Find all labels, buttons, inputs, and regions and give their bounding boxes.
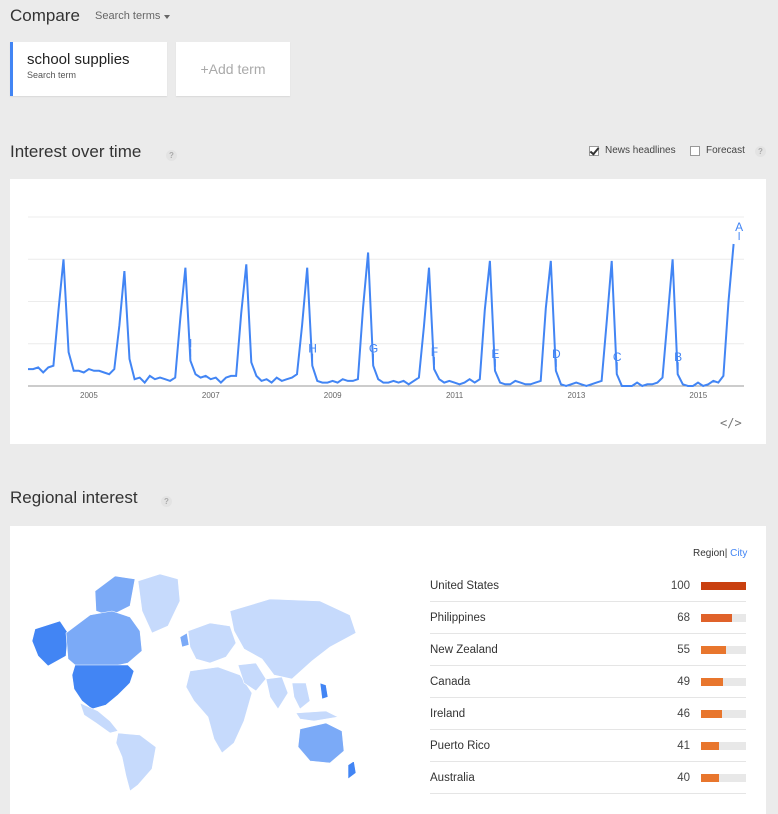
news-marker-label[interactable]: H <box>308 342 317 356</box>
map-new-zealand <box>347 760 357 780</box>
region-row[interactable]: Puerto Rico 41 <box>430 730 746 762</box>
world-map[interactable] <box>30 571 360 791</box>
map-europe <box>187 622 237 664</box>
news-marker-label[interactable]: F <box>431 345 438 359</box>
region-name[interactable]: New Zealand <box>430 644 660 656</box>
x-tick-label: 2009 <box>324 391 342 400</box>
checkbox-checked-icon <box>589 145 599 156</box>
region-bar-fill <box>701 645 726 654</box>
region-row[interactable]: New Zealand 55 <box>430 634 746 666</box>
region-value: 55 <box>677 643 690 656</box>
region-bar-fill <box>701 613 732 622</box>
regional-interest-title: Regional interest <box>10 488 138 507</box>
forecast-label: Forecast <box>706 145 745 156</box>
region-city-toggle: Region| City <box>693 548 748 559</box>
series-line[interactable] <box>28 243 735 388</box>
map-australia <box>297 722 345 764</box>
region-value: 40 <box>677 771 690 784</box>
map-africa <box>185 666 253 754</box>
interest-chart-panel: I H G F E D C B A 2005 2007 2009 2011 2013 2015 </> <box>10 179 766 444</box>
region-name[interactable]: Puerto Rico <box>430 740 660 752</box>
region-name[interactable]: Canada <box>430 676 660 688</box>
region-name[interactable]: United States <box>430 580 660 592</box>
map-indonesia <box>295 710 339 722</box>
map-canada <box>65 610 143 668</box>
region-value: 41 <box>677 739 690 752</box>
region-bar-fill <box>701 741 720 750</box>
term-name[interactable]: school supplies <box>27 51 167 69</box>
interest-over-time-chart: I H G F E D C B A 2005 2007 2009 2011 2013 2015 <box>28 216 744 400</box>
region-bar-track <box>701 709 746 718</box>
embed-code-icon[interactable]: </> <box>720 416 742 430</box>
term-subtitle: Search term <box>27 70 77 80</box>
map-ireland-uk <box>179 632 190 648</box>
map-india <box>265 676 289 710</box>
search-terms-label: Search terms <box>95 10 161 22</box>
news-headlines-checkbox[interactable]: News headlines <box>589 145 676 156</box>
region-name[interactable]: Ireland <box>430 708 660 720</box>
add-term-button[interactable]: +Add term <box>176 42 290 96</box>
map-mexico <box>79 702 119 734</box>
news-marker-label[interactable]: D <box>552 347 561 361</box>
news-marker-label[interactable]: A <box>735 220 743 234</box>
region-tab[interactable]: Region <box>693 548 725 559</box>
region-bar-fill <box>701 709 722 718</box>
region-row[interactable]: Canada 49 <box>430 666 746 698</box>
city-tab[interactable]: City <box>730 548 747 559</box>
map-canada-islands <box>94 575 136 617</box>
forecast-help-icon[interactable]: ? <box>755 146 766 157</box>
region-bar-fill <box>701 773 719 782</box>
news-marker-label[interactable]: B <box>674 350 682 364</box>
news-marker-label[interactable]: G <box>369 342 378 356</box>
x-tick-label: 2011 <box>446 391 464 400</box>
term-card[interactable]: school supplies Search term <box>10 42 167 96</box>
region-bar-fill <box>701 581 746 590</box>
region-row[interactable]: Philippines 68 <box>430 602 746 634</box>
interest-over-time-title: Interest over time <box>10 142 142 161</box>
map-united-states <box>71 664 135 710</box>
x-tick-label: 2015 <box>689 391 707 400</box>
region-value: 68 <box>677 611 690 624</box>
page-title: Compare <box>10 6 80 25</box>
region-bar-track <box>701 773 746 782</box>
region-value: 46 <box>677 707 690 720</box>
regional-help-icon[interactable]: ? <box>161 496 172 507</box>
region-name[interactable]: Australia <box>430 772 660 784</box>
region-name[interactable]: Philippines <box>430 612 660 624</box>
help-icon[interactable]: ? <box>166 150 177 161</box>
news-marker-label[interactable]: E <box>491 347 499 361</box>
forecast-checkbox[interactable]: Forecast <box>690 145 745 156</box>
news-headlines-label: News headlines <box>605 145 676 156</box>
map-philippines <box>319 682 329 700</box>
x-tick-label: 2013 <box>568 391 586 400</box>
region-bar-track <box>701 677 746 686</box>
x-tick-label: 2007 <box>202 391 220 400</box>
region-row[interactable]: Ireland 46 <box>430 698 746 730</box>
map-greenland <box>137 573 181 634</box>
region-value: 49 <box>677 675 690 688</box>
region-value: 100 <box>670 579 690 592</box>
region-bar-track <box>701 645 746 654</box>
region-bar-track <box>701 741 746 750</box>
map-shapes <box>31 573 357 791</box>
x-tick-label: 2005 <box>80 391 98 400</box>
region-bar-track <box>701 581 746 590</box>
map-se-asia <box>291 682 311 710</box>
caret-down-icon <box>164 14 171 19</box>
region-bar-fill <box>701 677 724 686</box>
news-marker-label[interactable]: I <box>189 337 192 351</box>
map-alaska <box>31 620 69 667</box>
search-terms-dropdown[interactable]: Search terms <box>95 10 171 22</box>
map-south-america <box>115 732 157 791</box>
region-row[interactable]: United States 100 <box>430 570 746 602</box>
checkbox-unchecked-icon <box>690 145 700 156</box>
news-marker-label[interactable]: C <box>613 350 622 364</box>
region-row[interactable]: Australia 40 <box>430 762 746 794</box>
region-bar-track <box>701 613 746 622</box>
